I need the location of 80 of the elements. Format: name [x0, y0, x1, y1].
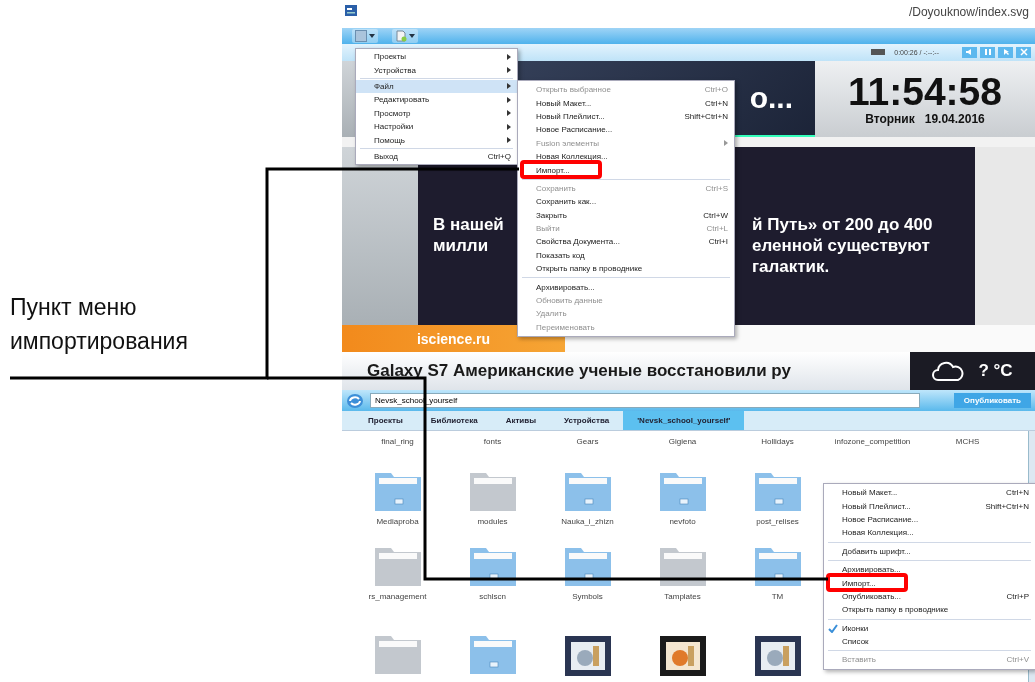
menu-item[interactable]: Проекты — [356, 50, 517, 64]
news-text: й Путь» от 200 до 400 — [752, 214, 933, 235]
menu-item[interactable]: Архивировать... — [824, 562, 1035, 577]
tab[interactable]: 'Nevsk_school_yourself' — [623, 411, 745, 430]
menu-item[interactable]: Иконки — [824, 621, 1035, 635]
menu-item[interactable]: Опубликовать... Ctrl+P — [824, 589, 1035, 604]
folder-name: final_ring — [380, 437, 415, 446]
folder-name: schlscn — [478, 592, 507, 601]
file-path: /Doyouknow/index.svg — [908, 5, 1029, 20]
menu-item[interactable]: Архивировать... — [518, 280, 734, 294]
menu-item[interactable]: Новый Макет... Ctrl+N — [824, 486, 1035, 500]
date-text: 19.04.2016 — [924, 111, 985, 126]
menu-item[interactable]: Редактировать — [356, 93, 517, 107]
caret-icon — [369, 34, 375, 38]
menu-item[interactable]: Файл — [356, 79, 517, 94]
menu-item[interactable]: Настройки — [356, 119, 517, 134]
new-document-dropdown-button[interactable] — [392, 29, 418, 43]
tab[interactable]: Устройства — [550, 411, 624, 430]
folder-name: TM — [770, 592, 785, 601]
refresh-icon[interactable] — [346, 392, 364, 409]
folder-name: Hollidays — [760, 437, 795, 446]
temperature-text: ? °C — [978, 361, 1013, 382]
folder-name: fonts — [482, 437, 503, 446]
folder-name: post_relises — [755, 517, 800, 526]
news-text: галактик. — [752, 256, 830, 277]
pause-button[interactable] — [980, 46, 995, 58]
menu-item[interactable]: Новый Плейлист... Shift+Ctrl+N — [518, 109, 734, 124]
news-text: милли — [433, 235, 490, 256]
menu-item[interactable]: Импорт... — [824, 576, 1035, 590]
menu-item[interactable]: Открыть папку в проводнике — [518, 262, 734, 276]
menu-item[interactable]: Импорт... — [518, 163, 734, 177]
menu-item[interactable]: Помощь — [356, 133, 517, 147]
folder-name: Nauka_i_zhizn — [560, 517, 615, 526]
menu-item[interactable]: Новый Макет... Ctrl+N — [518, 96, 734, 110]
menu-item[interactable]: Новая Коллекция... — [824, 526, 1035, 540]
annotation-text: Пункт меню импортирования — [10, 293, 189, 356]
weekday-text: Вторник — [865, 111, 915, 126]
tab[interactable]: Библиотека — [416, 411, 492, 430]
menu-item[interactable]: Показать код — [518, 248, 734, 263]
folder-name: infozone_competition — [833, 437, 912, 446]
menu-item[interactable]: Сохранить как... — [518, 195, 734, 209]
folder-name: Gears — [575, 437, 600, 446]
menu-item[interactable]: Добавить шрифт... — [824, 544, 1035, 558]
project-dropdown-button[interactable] — [352, 29, 378, 43]
folder-name: rs_management — [367, 592, 428, 601]
menu-item[interactable]: Выход Ctrl+Q — [356, 149, 517, 164]
menu-item[interactable]: Закрыть Ctrl+W — [518, 208, 734, 222]
source-label: iscience.ru — [416, 330, 491, 347]
folder-name: modules — [476, 517, 509, 526]
progress-indicator — [871, 49, 886, 56]
folder-name: MCHS — [954, 437, 981, 446]
volume-button[interactable] — [962, 46, 977, 58]
menu-item[interactable]: Новая Коллекция... — [518, 149, 734, 164]
menu-item[interactable]: Просмотр — [356, 106, 517, 120]
app-logo-icon — [345, 4, 357, 16]
ticker-text: Galaxy S7 Американские ученые восстановили ру — [366, 361, 792, 382]
close-button[interactable] — [1016, 46, 1031, 58]
menu-item[interactable]: Новый Плейлист... Shift+Ctrl+N — [824, 499, 1035, 513]
folder-name: Symbols — [571, 592, 604, 601]
clock-time: 11:54:58 — [848, 71, 1002, 112]
news-text: еленной существуют — [752, 235, 930, 256]
menu-item[interactable]: Свойства Документа... Ctrl+I — [518, 235, 734, 249]
folder-name: nevfoto — [668, 517, 697, 526]
tab[interactable]: Проекты — [354, 411, 417, 430]
menu-item[interactable]: Устройства — [356, 63, 517, 77]
menu-item[interactable]: Список — [824, 634, 1035, 649]
menu-item[interactable]: Новое Расписание... — [518, 123, 734, 137]
folder-name: Tamplates — [663, 592, 702, 601]
headline-text: о... — [749, 80, 793, 115]
pointer-button[interactable] — [998, 46, 1013, 58]
cloud-icon — [932, 360, 965, 383]
menu-item[interactable]: Открыть папку в проводнике — [824, 603, 1035, 617]
pause-icon — [982, 48, 993, 57]
close-icon — [1018, 48, 1029, 57]
news-text: В нашей — [433, 214, 505, 235]
folder-name: Mediaproba — [375, 517, 420, 526]
menu-item[interactable]: Новое Расписание... — [824, 512, 1035, 527]
caret-icon — [409, 34, 415, 38]
tab[interactable]: Активы — [491, 411, 551, 430]
folder-name: Gigiena — [667, 437, 698, 446]
